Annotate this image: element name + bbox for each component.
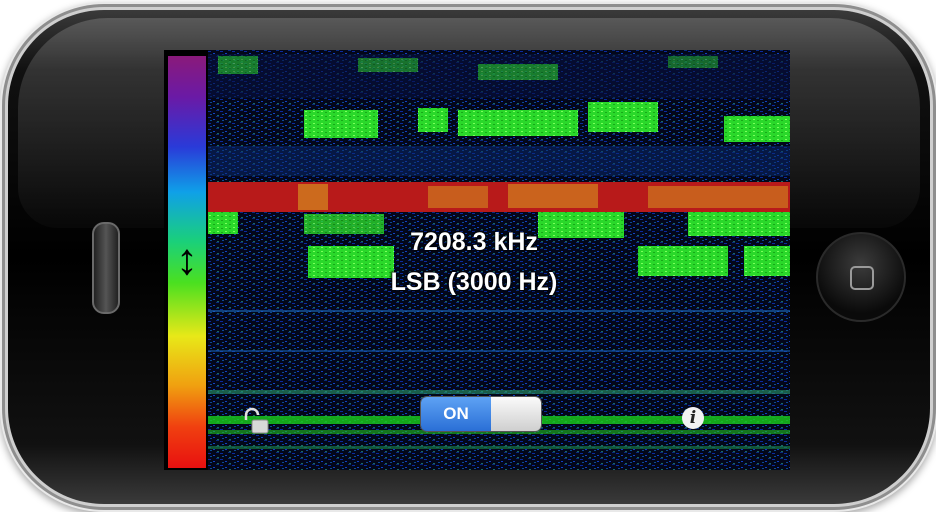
home-button-icon (850, 266, 874, 290)
unlocked-padlock-icon[interactable] (242, 406, 272, 436)
home-button[interactable] (816, 232, 906, 322)
vertical-double-arrow-icon[interactable]: ↕ (170, 234, 204, 286)
power-toggle-switch[interactable]: ON (420, 396, 542, 432)
frequency-readout: 7208.3 kHz (410, 228, 538, 256)
info-icon[interactable]: i (682, 407, 704, 429)
toggle-on-label: ON (421, 397, 491, 431)
mode-readout[interactable]: LSB (3000 Hz) (314, 268, 634, 297)
screen: ↕ 7208.3 kHz LSB (3000 Hz) ON i (164, 50, 790, 470)
speaker-grille-icon (92, 222, 120, 314)
toggle-knob[interactable] (491, 397, 541, 431)
